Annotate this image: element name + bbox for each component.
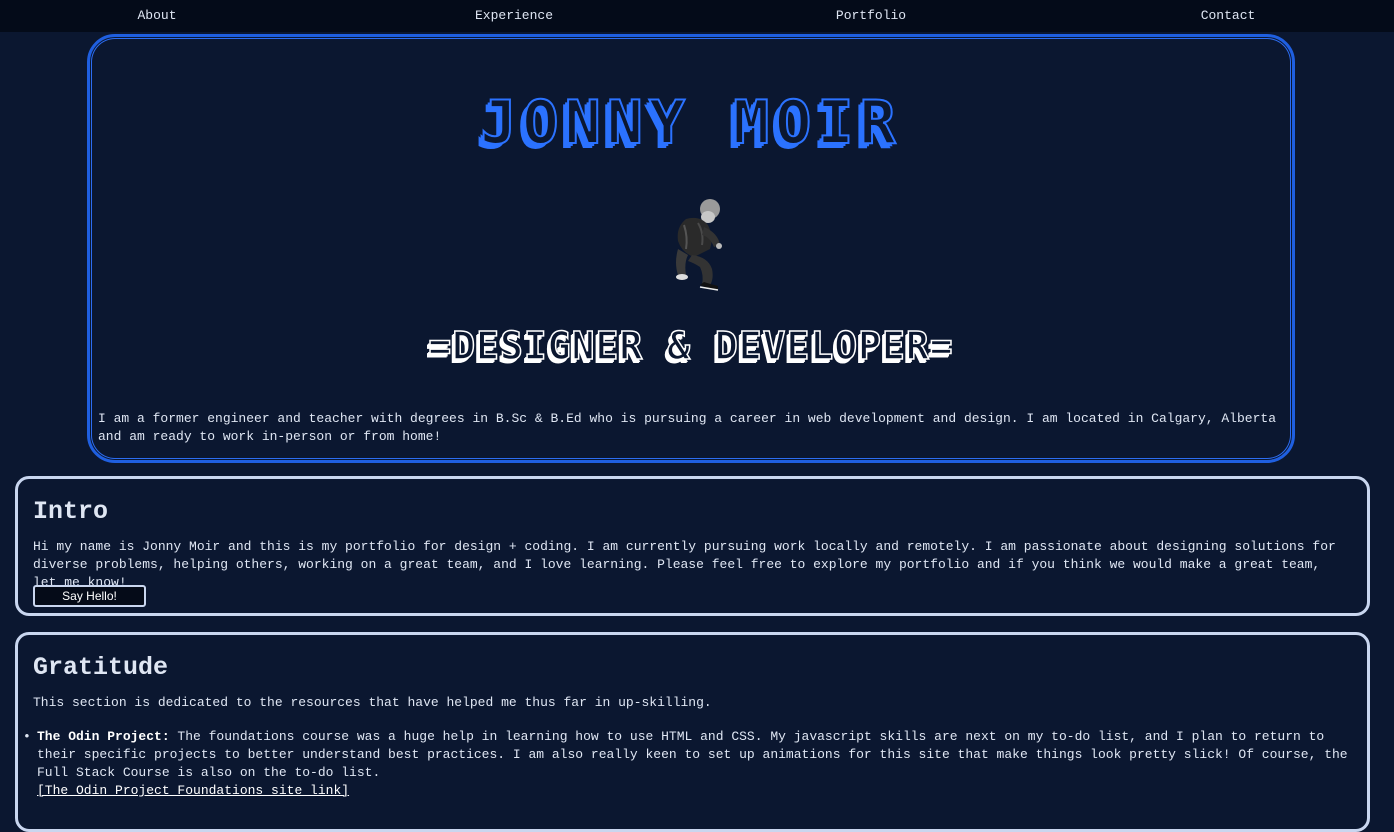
hero-name-title: JONNY MOIR xyxy=(479,88,902,158)
hero-section: JONNY MOIR =DESIGNER & DEVELOPER= I am a… xyxy=(87,34,1295,463)
resource-text: The foundations course was a huge help i… xyxy=(37,729,1348,780)
hero-tagline: =DESIGNER & DEVELOPER= xyxy=(428,324,954,368)
nav-portfolio-link[interactable]: Portfolio xyxy=(836,8,906,23)
nav-about-link[interactable]: About xyxy=(137,8,176,23)
resource-list: The Odin Project: The foundations course… xyxy=(23,728,1357,800)
top-nav: About Experience Portfolio Contact xyxy=(0,0,1394,32)
gratitude-intro-text: This section is dedicated to the resourc… xyxy=(33,695,712,710)
say-hello-button[interactable]: Say Hello! xyxy=(33,585,146,607)
gratitude-heading: Gratitude xyxy=(33,653,169,682)
nav-experience-link[interactable]: Experience xyxy=(475,8,553,23)
list-item: The Odin Project: The foundations course… xyxy=(23,728,1357,800)
intro-heading: Intro xyxy=(33,497,109,526)
odin-project-link[interactable]: [The Odin Project Foundations site link] xyxy=(37,783,349,798)
hero-bio: I am a former engineer and teacher with … xyxy=(98,411,1276,444)
gratitude-card: Gratitude This section is dedicated to t… xyxy=(15,632,1370,832)
nav-contact-link[interactable]: Contact xyxy=(1201,8,1256,23)
intro-text: Hi my name is Jonny Moir and this is my … xyxy=(33,539,1336,590)
avatar-illustration xyxy=(676,199,722,291)
resource-title: The Odin Project: xyxy=(37,729,170,744)
intro-card: Intro Hi my name is Jonny Moir and this … xyxy=(15,476,1370,616)
